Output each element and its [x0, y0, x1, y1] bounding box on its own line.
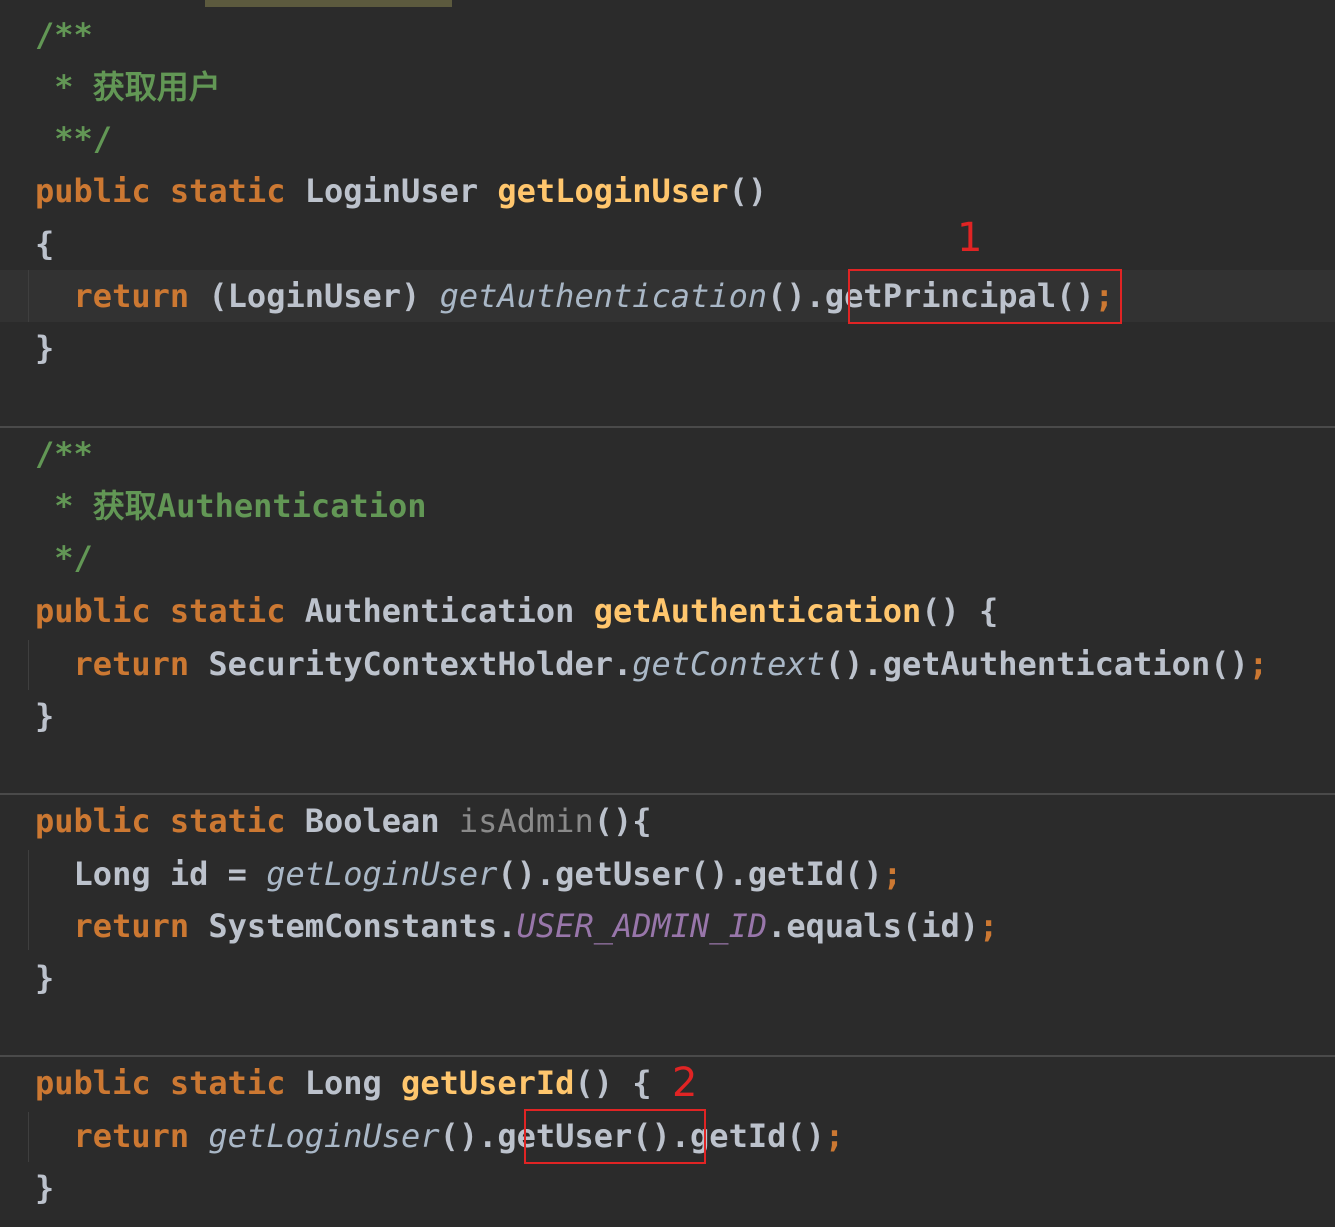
keyword-static: static — [169, 1064, 286, 1102]
keyword-return: return — [73, 645, 190, 683]
return-type: Boolean — [304, 802, 440, 840]
indent-guide — [28, 850, 29, 950]
static-call: getContext — [632, 645, 825, 683]
code-line-method2-body[interactable]: return SecurityContextHolder.getContext(… — [35, 638, 1268, 690]
code-line-method3-return[interactable]: return SystemConstants.USER_ADMIN_ID.equ… — [35, 900, 999, 952]
indent-guide — [28, 270, 29, 322]
keyword-static: static — [169, 802, 286, 840]
doc-comment-open[interactable]: /** — [35, 9, 93, 61]
params: () { — [574, 1064, 652, 1102]
call-chain: ().getAuthentication() — [824, 645, 1249, 683]
annotation-label-2: 2 — [672, 1060, 698, 1106]
static-call: getAuthentication — [439, 277, 768, 315]
annotation-label-1: 1 — [957, 215, 983, 261]
code-line-method2-signature[interactable]: public static Authentication getAuthenti… — [35, 585, 998, 637]
method-name: getAuthentication — [593, 592, 922, 630]
code-line-method1-signature[interactable]: public static LoginUser getLoginUser() — [35, 165, 767, 217]
code-line-open-brace[interactable]: { — [35, 218, 54, 270]
doc-comment-close[interactable]: **/ — [35, 113, 112, 165]
code-line-close-brace[interactable]: } — [35, 690, 54, 742]
keyword-public: public — [35, 172, 151, 210]
return-type: LoginUser — [304, 172, 479, 210]
semicolon: ; — [1248, 645, 1268, 683]
keyword-return: return — [73, 907, 190, 945]
annotation-box-2 — [524, 1109, 706, 1164]
doc-comment-text[interactable]: * 获取Authentication — [35, 480, 426, 532]
keyword-public: public — [35, 592, 151, 630]
static-call: getLoginUser — [266, 855, 498, 893]
keyword-return: return — [73, 1117, 190, 1155]
keyword-static: static — [169, 592, 286, 630]
code-line-close-brace[interactable]: } — [35, 322, 54, 374]
semicolon: ; — [824, 1117, 845, 1155]
annotation-box-1 — [848, 269, 1122, 324]
constant-reference: USER_ADMIN_ID — [516, 907, 768, 945]
keyword-static: static — [169, 172, 286, 210]
call-parens: (). — [439, 1117, 498, 1155]
params: () { — [921, 592, 999, 630]
call-parens: (). — [767, 277, 825, 315]
return-type: Long — [304, 1064, 382, 1102]
keyword-return: return — [73, 277, 190, 315]
semicolon: ; — [882, 855, 902, 893]
call-chain: ().getUser().getId() — [497, 855, 883, 893]
class-reference: SecurityContextHolder. — [208, 645, 633, 683]
method-separator — [0, 426, 1335, 428]
semicolon: ; — [979, 907, 999, 945]
variable-declaration: Long id = — [73, 855, 267, 893]
indent-guide — [28, 640, 29, 690]
code-line-method3-decl[interactable]: Long id = getLoginUser().getUser().getId… — [35, 848, 902, 900]
params: (){ — [593, 802, 652, 840]
method-name: getLoginUser — [497, 172, 729, 210]
keyword-public: public — [35, 802, 151, 840]
code-line-method4-signature[interactable]: public static Long getUserId() { — [35, 1057, 652, 1109]
doc-comment-text[interactable]: * 获取用户 — [35, 61, 221, 113]
keyword-public: public — [35, 1064, 151, 1102]
class-reference: SystemConstants. — [208, 907, 517, 945]
search-match-highlight — [205, 0, 452, 7]
code-line-close-brace[interactable]: } — [35, 1162, 54, 1214]
doc-comment-open[interactable]: /** — [35, 428, 93, 480]
static-call: getLoginUser — [208, 1117, 440, 1155]
doc-comment-close[interactable]: */ — [35, 532, 93, 584]
indent-guide — [28, 1112, 29, 1162]
return-type: Authentication — [304, 592, 575, 630]
method-name: getUserId — [401, 1064, 575, 1102]
code-line-method4-body[interactable]: return getLoginUser().getUser().getId(); — [35, 1110, 845, 1162]
method-name-unused: isAdmin — [458, 802, 594, 840]
params: () — [728, 172, 768, 210]
call-chain: .equals(id) — [767, 907, 980, 945]
code-line-close-brace[interactable]: } — [35, 952, 54, 1004]
code-line-method3-signature[interactable]: public static Boolean isAdmin(){ — [35, 795, 652, 847]
cast-expression: (LoginUser) — [208, 277, 421, 315]
